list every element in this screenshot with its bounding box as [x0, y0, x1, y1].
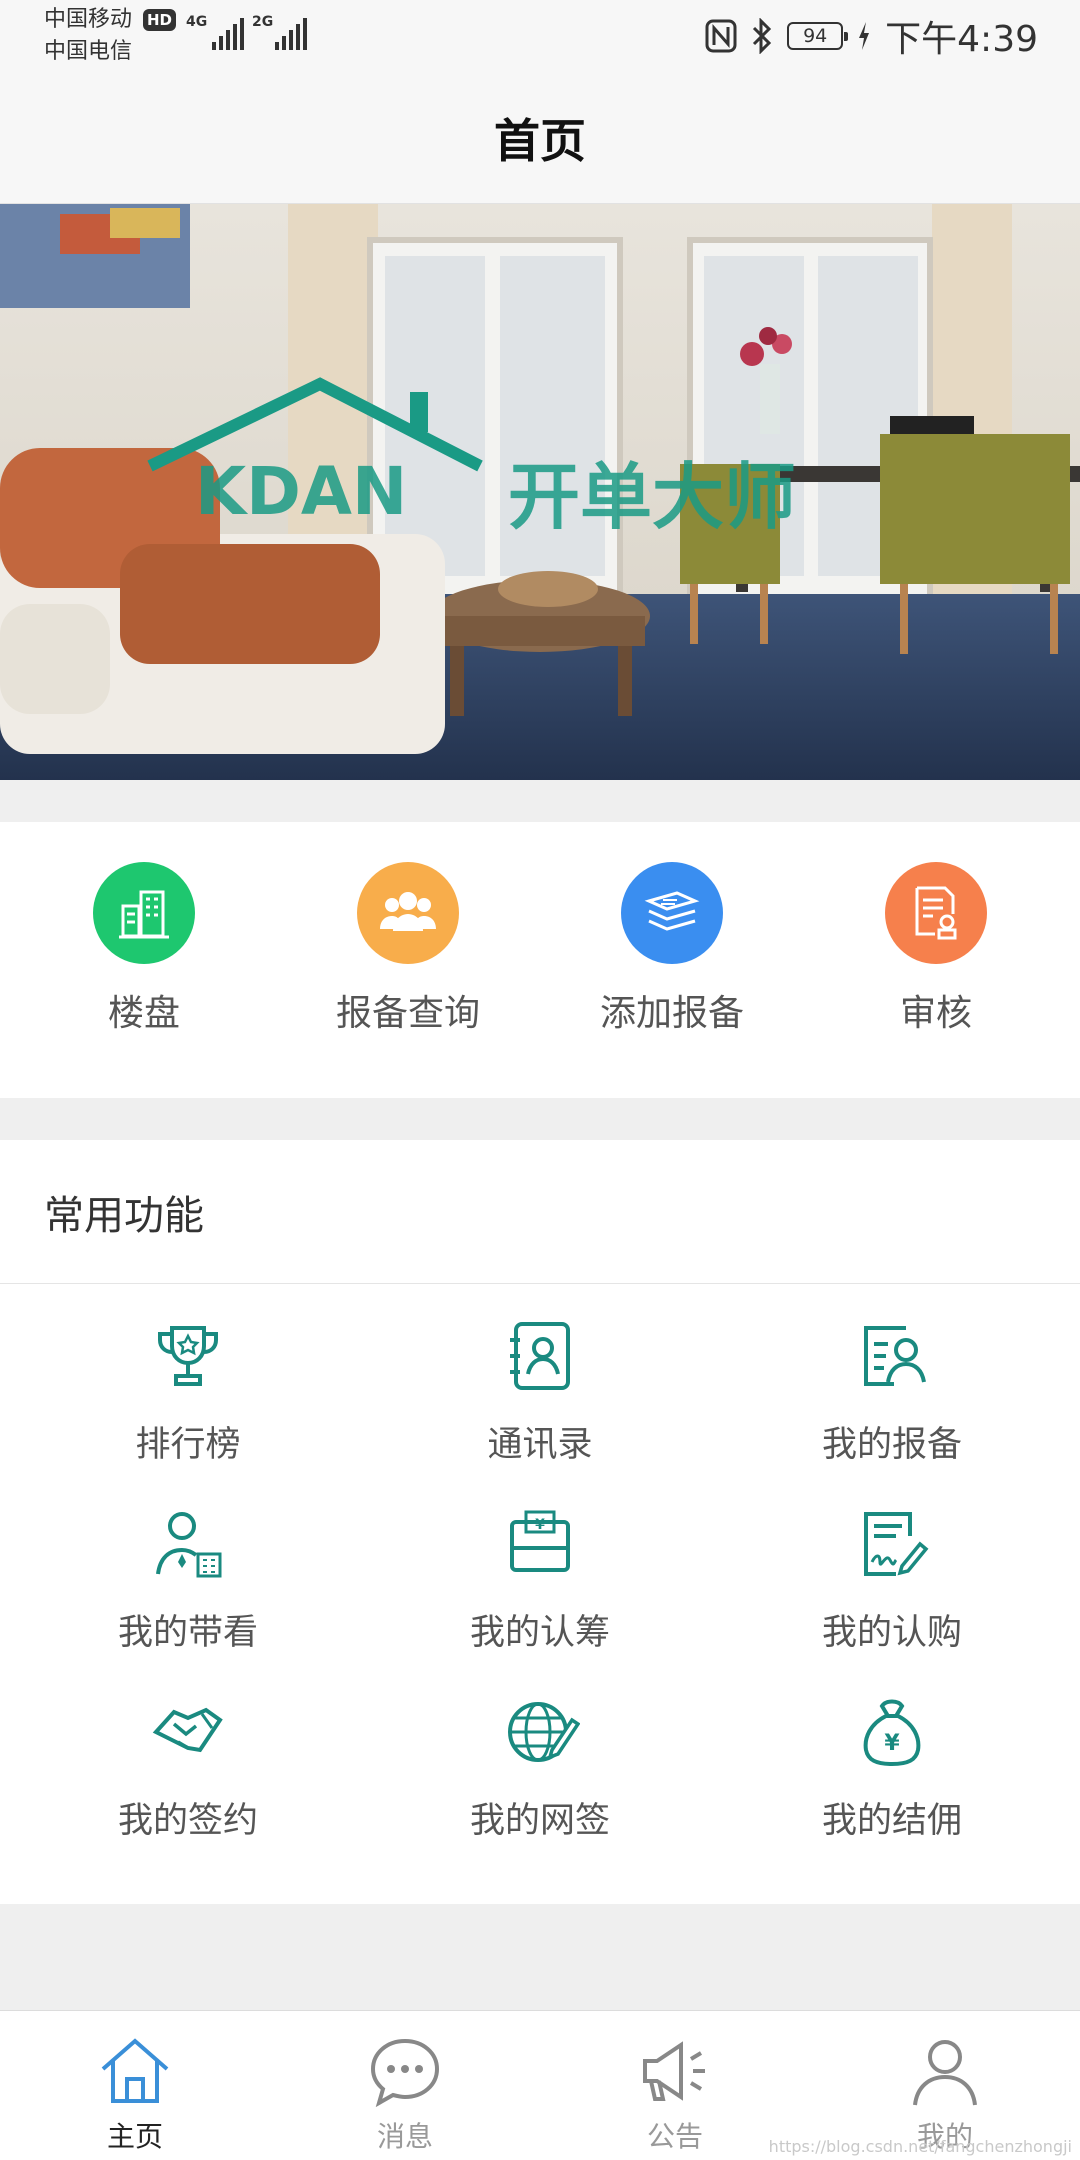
title-bar: 首页 — [0, 72, 1080, 204]
tab-label: 主页 — [106, 2120, 163, 2153]
quick-item-review[interactable]: 审核 — [804, 862, 1068, 1036]
tab-label: 消息 — [376, 2120, 433, 2153]
func-contacts[interactable]: 通讯录 — [364, 1316, 716, 1467]
quick-label: 添加报备 — [599, 993, 744, 1034]
wallet-yen-icon: ¥ — [510, 1510, 570, 1572]
money-bag-icon: ¥ — [863, 1699, 921, 1767]
battery-indicator: 94 — [787, 22, 849, 50]
signal-icon — [275, 18, 307, 50]
contacts-icon — [510, 1322, 570, 1390]
stack-icon — [621, 862, 723, 964]
func-my-pledges[interactable]: ¥ 我的认筹 — [364, 1504, 716, 1655]
battery-level: 94 — [803, 25, 828, 47]
section-title: 常用功能 — [44, 1192, 204, 1239]
quick-item-properties[interactable]: 楼盘 — [12, 862, 276, 1036]
document-sign-icon — [864, 1512, 929, 1576]
chat-icon — [370, 2038, 440, 2108]
func-label: 排行榜 — [135, 1425, 241, 1465]
func-my-commissions[interactable]: ¥ 我的结佣 — [716, 1692, 1068, 1843]
carrier-1: 中国移动 — [44, 7, 133, 32]
person-building-icon — [156, 1512, 222, 1578]
func-label: 通讯录 — [487, 1425, 593, 1465]
func-my-subscriptions[interactable]: 我的认购 — [716, 1504, 1068, 1655]
watermark: https://blog.csdn.net/fangchenzhongji — [768, 2137, 1072, 2156]
document-stamp-icon — [885, 862, 987, 964]
clock: 下午4:39 — [885, 19, 1038, 60]
func-label: 我的网签 — [469, 1801, 610, 1841]
tab-home[interactable]: 主页 — [0, 2033, 270, 2155]
func-label: 我的认购 — [821, 1613, 962, 1653]
bottom-tab-bar: 主页 消息 公告 我的 https://blog.csdn.net/fangch… — [0, 2010, 1080, 2160]
quick-label: 楼盘 — [107, 993, 180, 1034]
svg-text:¥: ¥ — [884, 1731, 900, 1756]
megaphone-icon — [643, 2041, 705, 2101]
trophy-icon — [158, 1326, 218, 1386]
nfc-icon — [705, 19, 737, 53]
banner[interactable]: KDAN 开单大师 — [0, 204, 1080, 780]
network-type-1: 4G — [186, 14, 208, 30]
page-title: 首页 — [494, 113, 586, 168]
banner-image: KDAN 开单大师 — [0, 204, 1080, 780]
banner-brand-text: 开单大师 — [508, 455, 796, 539]
quick-item-add-report[interactable]: 添加报备 — [540, 862, 804, 1036]
func-label: 我的签约 — [117, 1801, 258, 1841]
home-icon — [101, 2038, 169, 2103]
people-group-icon — [357, 862, 459, 964]
signal-icon — [212, 18, 244, 50]
quick-label: 审核 — [899, 993, 972, 1034]
handshake-icon — [152, 1707, 223, 1753]
bluetooth-icon — [753, 18, 772, 54]
person-card-icon — [864, 1326, 926, 1386]
charging-icon — [859, 22, 870, 50]
carrier-2: 中国电信 — [44, 39, 133, 64]
func-my-viewings[interactable]: 我的带看 — [12, 1504, 364, 1655]
func-my-online-contracts[interactable]: 我的网签 — [364, 1692, 716, 1843]
quick-label: 报备查询 — [335, 993, 480, 1034]
buildings-icon — [93, 862, 195, 964]
network-type-2: 2G — [252, 14, 274, 30]
hd-badge: HD — [143, 9, 177, 31]
func-label: 我的结佣 — [821, 1801, 962, 1841]
func-label: 我的报备 — [821, 1425, 962, 1465]
quick-entries: 楼盘 报备查询 添加报备 审核 — [0, 822, 1080, 1098]
banner-logo-text: KDAN — [195, 453, 407, 530]
func-ranking[interactable]: 排行榜 — [12, 1316, 364, 1467]
user-icon — [913, 2040, 977, 2106]
section-header: 常用功能 — [0, 1140, 1080, 1284]
func-my-contracts[interactable]: 我的签约 — [12, 1692, 364, 1843]
tab-messages[interactable]: 消息 — [270, 2033, 540, 2155]
globe-pen-icon — [508, 1702, 581, 1762]
status-bar: 中国移动 HD 4G 中国电信 2G 94 下午4:39 — [0, 0, 1080, 72]
func-label: 我的带看 — [117, 1613, 258, 1653]
quick-item-report-query[interactable]: 报备查询 — [276, 862, 540, 1036]
svg-text:¥: ¥ — [535, 1517, 545, 1533]
func-my-reports[interactable]: 我的报备 — [716, 1316, 1068, 1467]
func-label: 我的认筹 — [469, 1613, 610, 1653]
common-functions: 常用功能 排行榜 通讯录 我的报备 我的带看 ¥ 我的认筹 我的认购 我的签约 … — [0, 1140, 1080, 1904]
